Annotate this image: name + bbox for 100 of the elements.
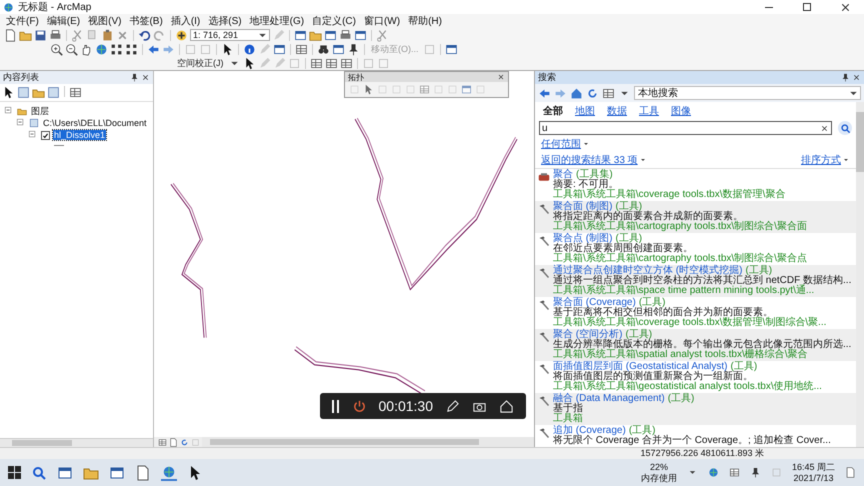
layer-label[interactable]: hl_Dissolve1: [53, 130, 106, 140]
menu-item[interactable]: 书签(B): [129, 14, 163, 28]
table-icon[interactable]: [324, 56, 338, 70]
search-result[interactable]: 聚合 (空间分析) (工具) 生成分辨率降低版本的栅格。每个输出像元包含此像元范围内所选... 工具箱\系统工具箱\spatial analyst tools.tbx\栅格综合\聚合: [535, 329, 856, 361]
home-icon[interactable]: [499, 398, 514, 414]
pin-icon[interactable]: [347, 42, 360, 56]
scrollbar[interactable]: [856, 102, 864, 447]
menu-item[interactable]: 编辑(E): [46, 14, 80, 28]
table-icon[interactable]: [295, 42, 308, 56]
globe-icon[interactable]: [161, 464, 177, 480]
database-icon[interactable]: [17, 86, 30, 99]
table-icon[interactable]: [310, 56, 322, 70]
window-icon[interactable]: [273, 42, 286, 56]
hand-icon[interactable]: [80, 42, 93, 56]
back-arrow-icon[interactable]: [147, 42, 160, 56]
new-document-icon[interactable]: [135, 464, 151, 480]
window-icon[interactable]: [57, 464, 73, 480]
search-tab[interactable]: 地图: [575, 104, 595, 118]
window-icon[interactable]: [332, 42, 345, 56]
search-tab[interactable]: 图像: [671, 104, 691, 118]
search-field[interactable]: u: [539, 121, 832, 135]
table-icon[interactable]: [158, 438, 167, 446]
grid-icon[interactable]: [110, 42, 123, 56]
folder-icon[interactable]: [17, 106, 27, 116]
back-arrow-icon[interactable]: [538, 86, 551, 100]
info-icon[interactable]: [243, 42, 256, 56]
caret-icon[interactable]: [638, 156, 647, 164]
collapse-icon[interactable]: [4, 106, 14, 116]
menu-item[interactable]: 插入(I): [170, 14, 200, 28]
refresh-icon[interactable]: [180, 438, 189, 446]
window-icon[interactable]: [444, 42, 458, 56]
search-tab[interactable]: 工具: [639, 104, 659, 118]
table-icon[interactable]: [69, 86, 82, 99]
result-title[interactable]: 聚合: [553, 170, 573, 180]
search-tab[interactable]: 全部: [543, 104, 563, 118]
menu-item[interactable]: 地理处理(G): [250, 14, 304, 28]
result-count-link[interactable]: 返回的搜索结果 33 项: [541, 153, 638, 167]
save-icon[interactable]: [34, 28, 47, 42]
menu-item[interactable]: 帮助(H): [408, 14, 442, 28]
scrollbar[interactable]: [0, 438, 153, 447]
result-title[interactable]: 融合 (Data Management): [553, 394, 665, 404]
close-icon[interactable]: [852, 73, 861, 82]
collapse-icon[interactable]: [16, 118, 26, 128]
result-title[interactable]: 聚合面 (Coverage): [553, 298, 636, 308]
binoculars-icon[interactable]: [317, 42, 330, 56]
search-result[interactable]: 聚合面 (制图) (工具) 将指定距离内的面要素合并成新的面要素。 工具箱\系统工具箱\cartography tools.tbx\制图综合\聚合面: [535, 201, 856, 233]
result-title[interactable]: 聚合面 (制图): [553, 202, 612, 212]
menu-item[interactable]: 文件(F): [6, 14, 39, 28]
undo-icon[interactable]: [138, 28, 151, 42]
new-document-icon[interactable]: [845, 467, 856, 478]
caret-icon[interactable]: [842, 156, 850, 164]
close-icon[interactable]: [141, 73, 150, 82]
clipboard-icon[interactable]: [101, 28, 114, 42]
zoom-out-icon[interactable]: [65, 42, 78, 56]
search-button[interactable]: [838, 121, 852, 135]
globe-icon[interactable]: [95, 42, 108, 56]
pin-icon[interactable]: [750, 467, 761, 478]
search-scope-dropdown[interactable]: 本地搜索: [634, 86, 861, 100]
window-icon[interactable]: [324, 28, 337, 42]
sort-link[interactable]: 排序方式: [801, 153, 841, 167]
scrollbar[interactable]: [202, 437, 534, 447]
search-icon[interactable]: [31, 464, 47, 480]
data-frame-label[interactable]: C:\Users\DELL\Document: [42, 118, 148, 128]
close-icon[interactable]: [497, 73, 505, 81]
scissors-icon[interactable]: [376, 28, 389, 42]
close-icon[interactable]: [820, 124, 829, 132]
table-icon[interactable]: [728, 467, 740, 478]
menu-item[interactable]: 自定义(C): [312, 14, 356, 28]
table-icon[interactable]: [602, 86, 615, 100]
caret-icon[interactable]: [582, 140, 590, 148]
result-title[interactable]: 追加 (Coverage): [553, 426, 626, 436]
globe-icon[interactable]: [708, 467, 719, 478]
menu-item[interactable]: 窗口(W): [364, 14, 400, 28]
print-icon[interactable]: [339, 28, 352, 42]
menu-item[interactable]: 选择(S): [208, 14, 242, 28]
layer-checkbox[interactable]: [41, 130, 50, 140]
print-icon[interactable]: [49, 28, 62, 42]
window-icon[interactable]: [461, 84, 472, 95]
window-icon[interactable]: [294, 28, 307, 42]
database-icon[interactable]: [29, 118, 39, 128]
window-icon[interactable]: [354, 28, 367, 42]
search-tab[interactable]: 数据: [607, 104, 627, 118]
add-icon[interactable]: [175, 28, 188, 42]
menu-item[interactable]: 视图(V): [88, 14, 122, 28]
spatial-adjustment-menu[interactable]: 空间校正(J): [175, 56, 226, 70]
zoom-in-icon[interactable]: [50, 42, 63, 56]
result-title[interactable]: 聚合 (空间分析): [553, 330, 622, 340]
power-icon[interactable]: [352, 398, 366, 414]
refresh-icon[interactable]: [586, 86, 599, 100]
pause-icon[interactable]: [332, 400, 340, 412]
search-result[interactable]: 融合 (Data Management) (工具) 基于指 工具箱: [535, 393, 856, 425]
result-title[interactable]: 面插值图层到面 (Geostatistical Analyst): [553, 362, 728, 372]
group-layer-label[interactable]: 图层: [30, 104, 50, 118]
pen-icon[interactable]: [445, 398, 460, 414]
database-icon[interactable]: [47, 86, 60, 99]
windows-logo-icon[interactable]: [8, 466, 21, 479]
extent-link[interactable]: 任何范围: [541, 137, 581, 151]
table-icon[interactable]: [340, 56, 352, 70]
grid-icon[interactable]: [125, 42, 138, 56]
scale-dropdown[interactable]: 1: 716, 291: [190, 29, 270, 41]
